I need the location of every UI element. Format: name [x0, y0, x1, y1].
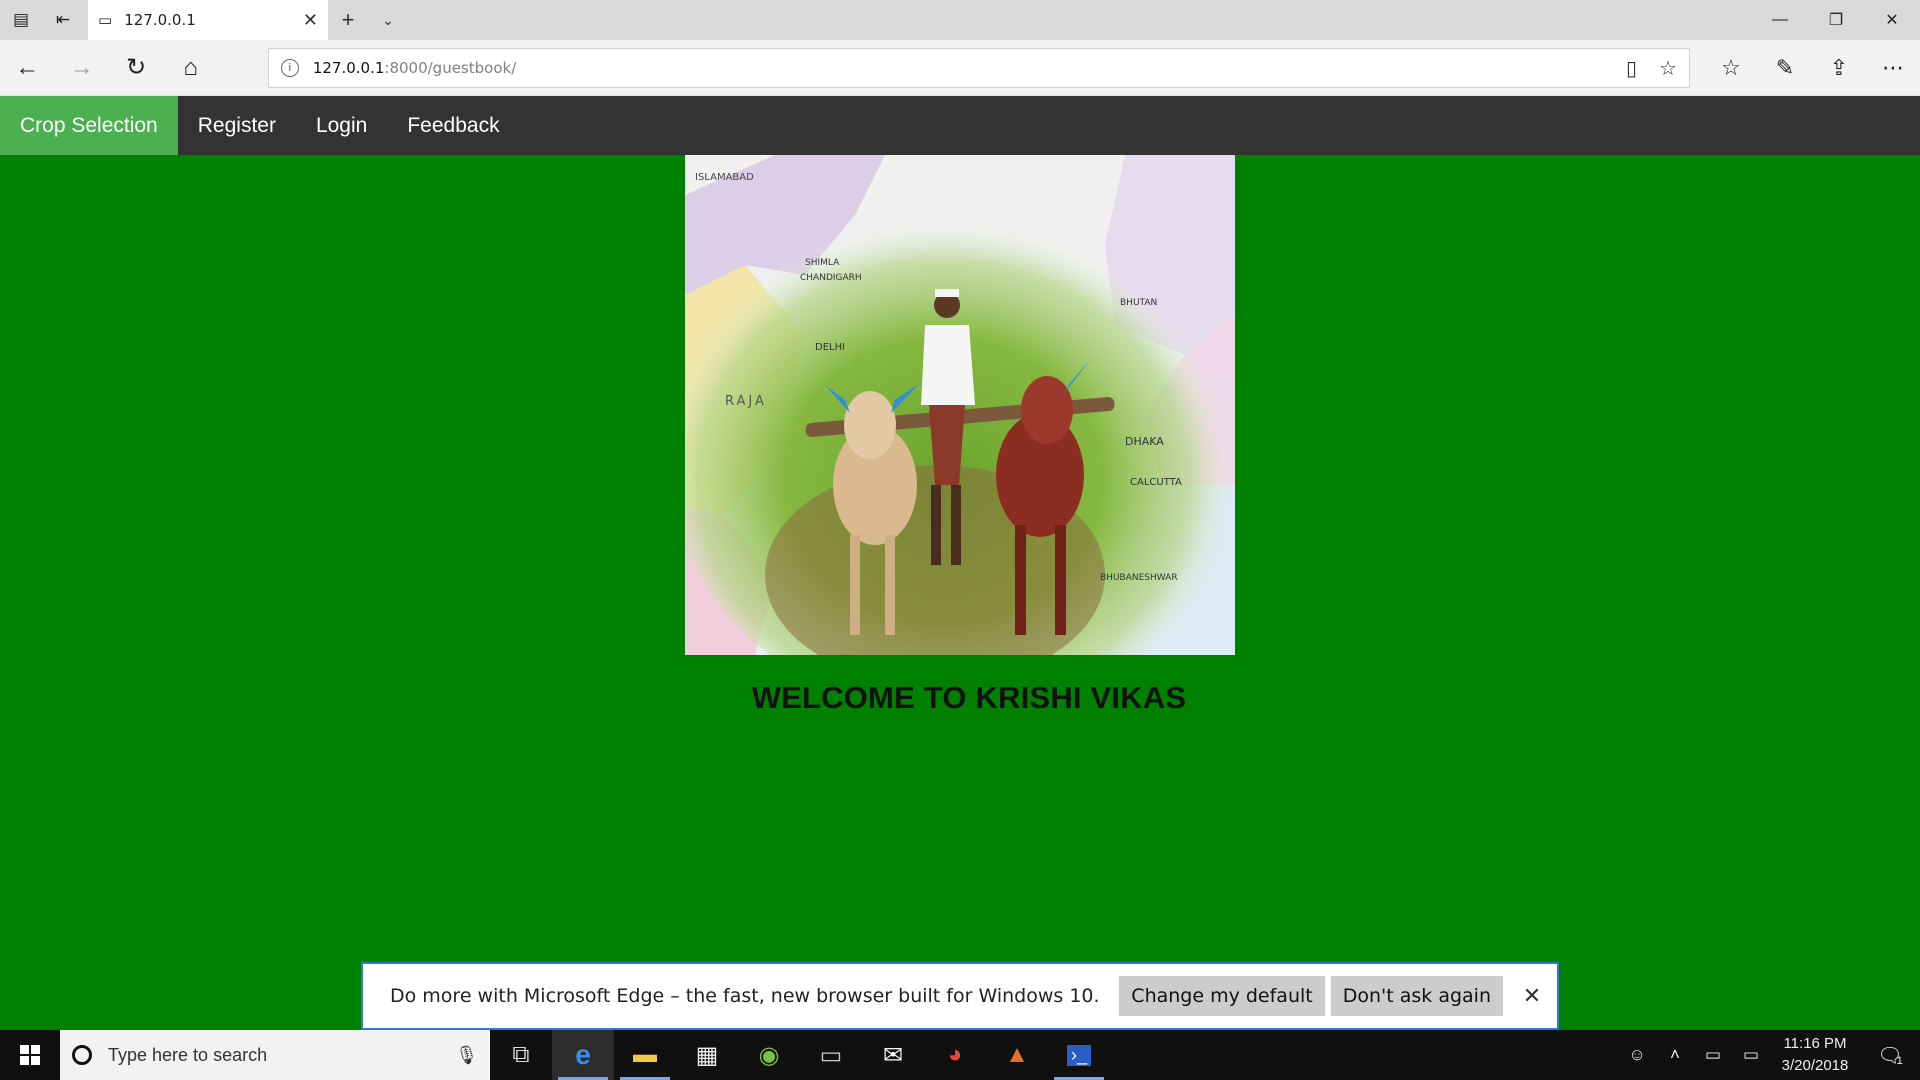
battery-icon[interactable]: ▭ [1732, 1045, 1770, 1065]
map-label-islamabad: ISLAMABAD [695, 172, 754, 183]
action-center-icon[interactable]: 🗨 1 [1860, 1043, 1920, 1068]
map-label-calcutta: CALCUTTA [1130, 477, 1182, 488]
nav-login[interactable]: Login [296, 96, 387, 155]
taskbar-search-box[interactable]: Type here to search 🎙 [60, 1030, 490, 1080]
favorites-hub-icon[interactable]: ☆ [1704, 40, 1758, 96]
browser-tab[interactable]: ▭ 127.0.0.1 ✕ [88, 0, 328, 40]
system-tray: ☺ ˄ ▭ ▭ 11:16 PM 3/20/2018 🗨 1 [1618, 1030, 1920, 1080]
close-notification-icon[interactable]: ✕ [1507, 983, 1557, 1009]
edge-notification-bar: Do more with Microsoft Edge – the fast, … [361, 962, 1559, 1030]
forward-icon[interactable]: → [54, 40, 108, 96]
search-placeholder: Type here to search [108, 1044, 268, 1065]
microphone-icon[interactable]: 🎙 [455, 1045, 478, 1066]
more-icon[interactable]: ⋯ [1866, 40, 1920, 96]
network-icon[interactable]: ▭ [1694, 1045, 1732, 1065]
nav-feedback[interactable]: Feedback [387, 96, 519, 155]
nav-crop-selection[interactable]: Crop Selection [0, 96, 178, 155]
notifications-count: 1 [1896, 1055, 1903, 1067]
task-view-icon[interactable]: ⧉ [490, 1030, 552, 1080]
edge-taskbar-icon[interactable]: e [552, 1030, 614, 1080]
map-label-chandigarh: CHANDIGARH [800, 273, 862, 283]
dont-ask-again-button[interactable]: Don't ask again [1330, 976, 1503, 1016]
reading-view-icon[interactable]: ▯ [1626, 56, 1637, 80]
chrome-icon[interactable]: ◕ [924, 1030, 986, 1080]
close-tab-icon[interactable]: ✕ [303, 10, 318, 31]
clock-time: 11:16 PM [1783, 1035, 1847, 1052]
notification-text: Do more with Microsoft Edge – the fast, … [390, 985, 1100, 1007]
clock-date: 3/20/2018 [1781, 1057, 1849, 1074]
file-explorer-icon[interactable]: ▬ [614, 1030, 676, 1080]
change-default-button[interactable]: Change my default [1119, 976, 1325, 1016]
restore-icon[interactable]: ❐ [1808, 0, 1864, 40]
terminal-icon[interactable]: ▭ [800, 1030, 862, 1080]
store-icon[interactable]: ▦ [676, 1030, 738, 1080]
window-controls: — ❐ ✕ [1752, 0, 1920, 40]
android-studio-icon[interactable]: ◉ [738, 1030, 800, 1080]
map-label-raja: RAJA [725, 394, 767, 409]
url-path: :8000/guestbook/ [384, 58, 517, 77]
tab-title: 127.0.0.1 [124, 11, 196, 29]
taskbar: Type here to search 🎙 ⧉ e ▬ ▦ ◉ ▭ ✉ ◕ ▲ … [0, 1030, 1920, 1080]
new-tab-icon[interactable]: + [328, 0, 368, 40]
url-host: 127.0.0.1 [312, 58, 385, 77]
site-nav: Crop Selection Register Login Feedback [0, 96, 1920, 155]
chevron-down-icon[interactable]: ⌄ [368, 0, 408, 40]
tab-manager-icon[interactable]: ▤ [0, 0, 42, 40]
address-toolbar: ← → ↻ ⌂ i 127.0.0.1:8000/guestbook/ ▯ ☆ … [0, 40, 1920, 96]
nav-register[interactable]: Register [178, 96, 296, 155]
cortana-icon [72, 1045, 92, 1065]
map-label-delhi: DELHI [815, 342, 845, 353]
minimize-icon[interactable]: — [1752, 0, 1808, 40]
browser-tools: ☆ ✎ ⇪ ⋯ [1704, 40, 1920, 96]
close-window-icon[interactable]: ✕ [1864, 0, 1920, 40]
back-icon[interactable]: ← [0, 40, 54, 96]
farmer-map-illustration: ISLAMABAD SHIMLA CHANDIGARH DELHI RAJA B… [685, 155, 1235, 655]
refresh-icon[interactable]: ↻ [109, 40, 163, 96]
browser-titlebar: ▤ ⇤ ▭ 127.0.0.1 ✕ + ⌄ — ❐ ✕ [0, 0, 1920, 40]
map-label-shimla: SHIMLA [805, 258, 840, 268]
hero-image: ISLAMABAD SHIMLA CHANDIGARH DELHI RAJA B… [685, 155, 1235, 655]
welcome-heading: WELCOME TO KRISHI VIKAS [751, 680, 1187, 715]
site-info-icon[interactable]: i [280, 58, 299, 77]
page-icon: ▭ [98, 11, 113, 29]
map-label-dhaka: DHAKA [1125, 435, 1164, 448]
favorite-star-icon[interactable]: ☆ [1659, 56, 1677, 80]
web-note-icon[interactable]: ✎ [1758, 40, 1812, 96]
windows-start-icon[interactable] [0, 1030, 60, 1080]
people-icon[interactable]: ☺ [1618, 1045, 1656, 1065]
chevron-up-icon[interactable]: ˄ [1656, 1045, 1694, 1065]
clock[interactable]: 11:16 PM 3/20/2018 [1770, 1033, 1860, 1077]
address-bar[interactable]: i 127.0.0.1:8000/guestbook/ ▯ ☆ [267, 47, 1690, 88]
map-label-bhutan: BHUTAN [1120, 298, 1157, 308]
matlab-icon[interactable]: ▲ [986, 1030, 1048, 1080]
mail-icon[interactable]: ✉ [862, 1030, 924, 1080]
home-icon[interactable]: ⌂ [163, 40, 217, 96]
map-label-bhubaneshwar: BHUBANESHWAR [1100, 573, 1178, 583]
address-bar-actions: ▯ ☆ [1626, 56, 1677, 80]
powershell-icon[interactable]: ›_ [1048, 1030, 1110, 1080]
share-icon[interactable]: ⇪ [1812, 40, 1866, 96]
set-tabs-aside-icon[interactable]: ⇤ [42, 0, 84, 40]
